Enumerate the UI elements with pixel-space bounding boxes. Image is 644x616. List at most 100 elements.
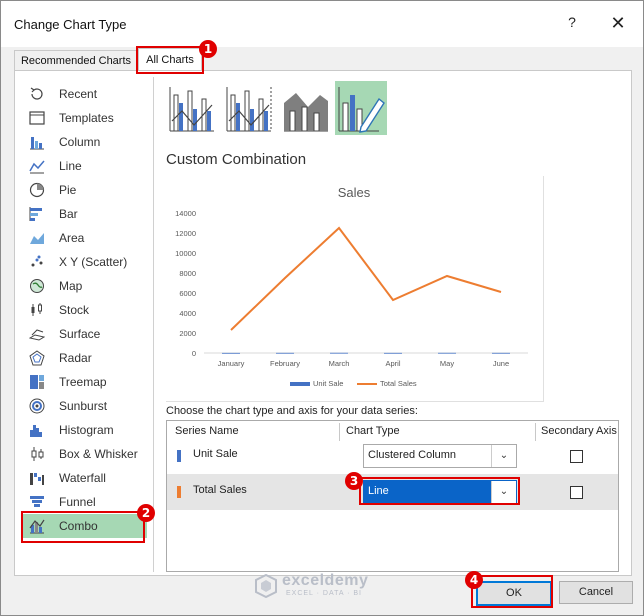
callout-badge-3: 3 (345, 472, 363, 490)
watermark-name: exceldemy (282, 572, 369, 589)
cancel-button[interactable]: Cancel (559, 581, 633, 604)
radar-chart-icon (29, 350, 45, 366)
dialog-title: Change Chart Type (14, 17, 127, 32)
unit-sale-bar (222, 352, 240, 354)
treemap-chart-icon (30, 375, 44, 389)
sidebar-item-label: Templates (59, 111, 114, 125)
subtype-custom-combination[interactable] (335, 81, 387, 135)
stacked-area-clustered-column-icon (284, 93, 328, 132)
sidebar-item-line[interactable]: Line (23, 154, 147, 178)
box-whisker-chart-icon (31, 447, 44, 461)
callout-box-line (359, 477, 520, 505)
map-chart-icon (30, 279, 44, 293)
chart-title: Sales (338, 185, 371, 200)
x-tick-label: March (329, 359, 350, 368)
watermark-tagline: EXCEL · DATA · BI (286, 590, 362, 597)
sidebar-item-radar[interactable]: Radar (23, 346, 147, 370)
sidebar-item-label: Pie (59, 183, 77, 197)
y-tick-label: 8000 (179, 269, 196, 278)
total-sales-line (230, 226, 502, 331)
templates-icon (29, 111, 45, 125)
sidebar-item-sunburst[interactable]: Sunburst (23, 394, 147, 418)
sidebar-item-treemap[interactable]: Treemap (23, 370, 147, 394)
change-chart-type-dialog: Change Chart Type ? ✕ Recommended Charts… (0, 0, 644, 616)
sidebar-item-area[interactable]: Area (23, 226, 147, 250)
y-tick-label: 2000 (179, 329, 196, 338)
sidebar-item-surface[interactable]: Surface (23, 322, 147, 346)
callout-box-all-charts (136, 46, 204, 74)
sidebar-item-scatter[interactable]: X Y (Scatter) (23, 250, 147, 274)
sidebar-item-bar[interactable]: Bar (23, 202, 147, 226)
sidebar-item-templates[interactable]: Templates (23, 106, 147, 130)
sidebar-item-label: Column (59, 135, 101, 149)
sidebar-item-label: Area (59, 231, 85, 245)
sidebar-item-label: Surface (59, 327, 101, 341)
series-section-label: Choose the chart type and axis for your … (166, 405, 418, 417)
unit-sale-bar (438, 352, 456, 354)
y-tick-label: 10000 (175, 249, 196, 258)
sidebar-item-recent[interactable]: Recent (23, 82, 147, 106)
subtype-stacked-area-clustered-column[interactable] (280, 81, 332, 135)
clustered-column-line-secondary-axis-icon (226, 87, 272, 132)
series-color-swatch (177, 450, 181, 462)
exceldemy-watermark: exceldemy EXCEL · DATA · BI (254, 572, 394, 604)
section-title: Custom Combination (166, 151, 307, 168)
secondary-axis-checkbox[interactable] (570, 450, 583, 463)
sidebar-item-label: Sunburst (59, 399, 108, 413)
sidebar-item-pie[interactable]: Pie (23, 178, 147, 202)
chart-type-value: Clustered Column (368, 449, 457, 461)
series-color-swatch (177, 486, 181, 498)
chart-type-list: Recent Templates Column Line Pie Bar Are… (15, 71, 163, 575)
callout-box-ok (471, 575, 553, 608)
secondary-axis-checkbox[interactable] (570, 486, 583, 499)
sidebar-item-map[interactable]: Map (23, 274, 147, 298)
y-tick-label: 0 (192, 349, 196, 358)
sidebar-item-histogram[interactable]: Histogram (23, 418, 147, 442)
sidebar-item-label: Waterfall (59, 471, 106, 485)
x-tick-label: February (270, 359, 300, 368)
vertical-divider (153, 77, 154, 572)
sidebar-item-label: Stock (59, 303, 90, 317)
recent-icon (30, 87, 43, 100)
sidebar-item-label: Radar (59, 351, 92, 365)
x-tick-label: June (493, 359, 509, 368)
sidebar-item-label: Map (59, 279, 83, 293)
unit-sale-bar (276, 352, 294, 354)
pie-chart-icon (29, 182, 45, 198)
funnel-chart-icon (30, 496, 44, 507)
unit-sale-bar (330, 352, 348, 354)
chevron-down-icon[interactable]: ⌄ (491, 445, 516, 467)
series-name: Unit Sale (193, 448, 238, 460)
series-name: Total Sales (193, 484, 247, 496)
tab-recommended-charts[interactable]: Recommended Charts (14, 50, 138, 71)
x-tick-label: January (218, 359, 245, 368)
sidebar-item-label: X Y (Scatter) (59, 255, 128, 269)
sidebar-item-label: Treemap (59, 375, 107, 389)
sidebar-item-label: Line (59, 159, 82, 173)
sidebar-item-stock[interactable]: Stock (23, 298, 147, 322)
column-chart-icon (30, 137, 44, 150)
y-tick-label: 4000 (179, 309, 196, 318)
close-button[interactable]: ✕ (607, 13, 629, 35)
title-bar: Change Chart Type ? ✕ (1, 1, 643, 47)
sidebar-item-label: Recent (59, 87, 98, 101)
callout-badge-4: 4 (465, 571, 483, 589)
line-chart-icon (29, 160, 45, 174)
scatter-chart-icon (31, 255, 43, 267)
callout-badge-1: 1 (199, 40, 217, 58)
chart-type-dropdown[interactable]: Clustered Column ⌄ (363, 444, 517, 468)
area-chart-icon (30, 233, 44, 244)
subtype-clustered-column-line[interactable] (166, 81, 218, 135)
exceldemy-logo-icon (255, 574, 277, 598)
y-tick-label: 14000 (175, 209, 196, 218)
subtype-clustered-column-line-secondary-axis[interactable] (223, 81, 275, 135)
unit-sale-bar (384, 352, 402, 354)
sidebar-item-column[interactable]: Column (23, 130, 147, 154)
help-button[interactable]: ? (563, 14, 581, 34)
clustered-column-line-icon (169, 87, 214, 132)
sidebar-item-waterfall[interactable]: Waterfall (23, 466, 147, 490)
sidebar-item-box-whisker[interactable]: Box & Whisker (23, 442, 147, 466)
sidebar-item-label: Bar (59, 207, 78, 221)
chart-preview: Sales 14000 12000 10000 8000 6000 4000 2000 0 Jan… (166, 176, 544, 402)
legend-label-total-sales: Total Sales (380, 379, 417, 388)
